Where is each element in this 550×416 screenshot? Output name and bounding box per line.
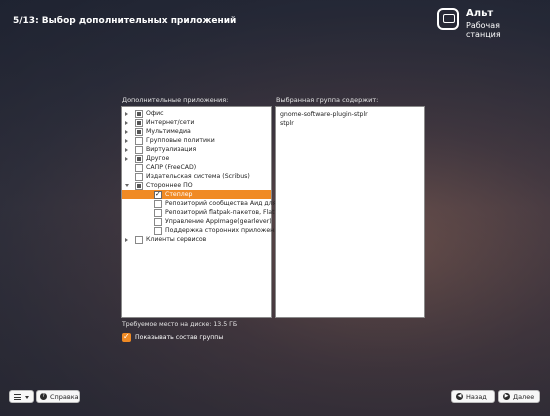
step-title: 5/13: Выбор дополнительных приложений: [13, 16, 237, 26]
next-button-label: Далее: [513, 393, 535, 401]
tree-item[interactable]: Стороннее ПО: [122, 181, 271, 190]
arrow-left-icon: ◀: [456, 393, 463, 400]
tree-item-label: САПР (FreeCAD): [146, 164, 197, 171]
back-button-label: Назад: [466, 393, 487, 401]
group-contents-label: Выбранная группа содержит:: [276, 96, 379, 104]
tree-item[interactable]: Интернет/сети: [122, 118, 271, 127]
expand-arrow-right-icon[interactable]: [125, 138, 128, 143]
tree-item[interactable]: Репозиторий сообщества Аид для...: [122, 199, 282, 208]
tree-item-label: Групповые политики: [146, 137, 215, 144]
tree-item-label: Поддержка сторонних приложен...: [165, 227, 281, 234]
expand-arrow-right-icon[interactable]: [125, 120, 128, 125]
logo-icon: [437, 8, 459, 30]
help-button[interactable]: ? Справка: [36, 390, 80, 403]
arrow-right-icon: ▶: [503, 393, 510, 400]
tree-item-checkbox[interactable]: [135, 173, 143, 181]
expand-arrow-right-icon[interactable]: [125, 156, 128, 161]
tree-item-checkbox[interactable]: [135, 119, 143, 127]
tree-item[interactable]: Поддержка сторонних приложен...: [122, 226, 280, 235]
tree-item-label: Офис: [146, 110, 164, 117]
tree-item-label: Управление AppImage(gearlever): [165, 218, 272, 225]
group-package-line: gnome-software-plugin-stplr: [280, 111, 368, 118]
tree-item[interactable]: САПР (FreeCAD): [122, 163, 271, 172]
tree-item-label: Стороннее ПО: [146, 182, 193, 189]
checkbox-checked-icon[interactable]: [122, 332, 131, 342]
tree-item[interactable]: Виртуализация: [122, 145, 271, 154]
tree-item-checkbox[interactable]: [135, 137, 143, 145]
expand-arrow-right-icon[interactable]: [125, 147, 128, 152]
hamburger-icon: [14, 394, 21, 400]
tree-item[interactable]: Управление AppImage(gearlever): [122, 217, 272, 226]
logo-name: Альт: [466, 8, 494, 19]
apps-tree[interactable]: Офис Интернет/сети Мультимедиа Групповые по…: [121, 106, 284, 318]
tree-item[interactable]: Мультимедиа: [122, 127, 271, 136]
tree-item[interactable]: Репозиторий flatpak-пакетов, Flath...: [122, 208, 284, 217]
group-contents-panel: gnome-software-plugin-stplr stplr: [275, 106, 425, 318]
expand-arrow-down-icon[interactable]: [125, 184, 129, 187]
tree-item[interactable]: Клиенты сервисов: [122, 235, 271, 244]
show-group-checkbox[interactable]: Показывать состав группы: [122, 332, 242, 343]
apps-list-label: Дополнительные приложения:: [122, 96, 229, 104]
help-button-label: Справка: [50, 393, 79, 401]
expand-arrow-right-icon[interactable]: [125, 237, 128, 242]
tree-item-label: Интернет/сети: [146, 119, 195, 126]
back-button[interactable]: ◀ Назад: [451, 390, 495, 403]
tree-item-label: Степлер: [165, 191, 193, 198]
expand-arrow-right-icon[interactable]: [125, 111, 128, 116]
logo-subtitle: Рабочая станция: [466, 21, 501, 39]
tree-item-checkbox[interactable]: [135, 110, 143, 118]
tree-item-checkbox[interactable]: [154, 190, 162, 199]
group-package-line: stplr: [280, 120, 294, 127]
tree-item-checkbox[interactable]: [154, 209, 162, 217]
tree-item-label: Издательская система (Scribus): [146, 173, 250, 180]
tree-item[interactable]: Групповые политики: [122, 136, 271, 145]
tree-item-label: Виртуализация: [146, 146, 197, 153]
tree-item[interactable]: Офис: [122, 109, 271, 118]
tree-item-label: Клиенты сервисов: [146, 236, 207, 243]
tree-item-checkbox[interactable]: [135, 182, 143, 190]
disk-space-text: Требуемое место на диске: 13.5 ГБ: [122, 321, 238, 328]
next-button[interactable]: ▶ Далее: [498, 390, 540, 403]
tree-item-label: Репозиторий сообщества Аид для...: [165, 200, 283, 207]
tree-item-label: Другое: [146, 155, 170, 162]
tree-item[interactable]: Другое: [122, 154, 271, 163]
tree-item-label: Репозиторий flatpak-пакетов, Flath...: [165, 209, 285, 216]
distro-logo: Альт Рабочая станция: [437, 8, 537, 39]
tree-item[interactable]: Издательская система (Scribus): [122, 172, 271, 181]
tree-item-checkbox[interactable]: [135, 236, 143, 244]
tree-item-checkbox[interactable]: [135, 128, 143, 136]
tree-item-checkbox[interactable]: [135, 146, 143, 154]
chevron-down-icon: [25, 396, 29, 399]
tree-item[interactable]: Степлер: [122, 190, 271, 199]
help-icon: ?: [40, 393, 47, 400]
tree-item-checkbox[interactable]: [154, 218, 162, 226]
expand-arrow-right-icon[interactable]: [125, 129, 128, 134]
show-group-label: Показывать состав группы: [135, 334, 224, 341]
tree-item-checkbox[interactable]: [135, 164, 143, 172]
tree-item-checkbox[interactable]: [154, 200, 162, 208]
menu-button[interactable]: [9, 390, 34, 403]
tree-item-checkbox[interactable]: [135, 155, 143, 163]
tree-item-checkbox[interactable]: [154, 227, 162, 235]
tree-item-label: Мультимедиа: [146, 128, 191, 135]
